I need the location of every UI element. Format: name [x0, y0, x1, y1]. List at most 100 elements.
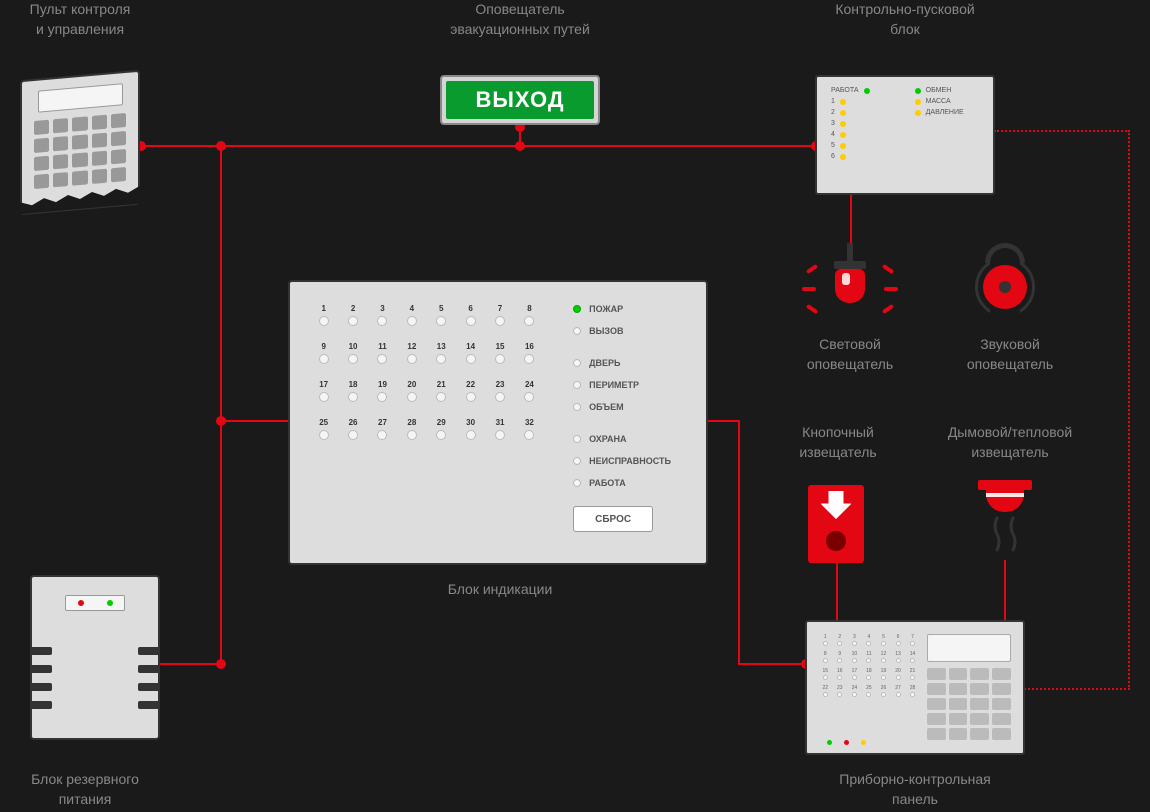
zone-cell: 1: [310, 304, 337, 336]
sound-bell-icon: [965, 243, 1045, 323]
label-exit-sign: Оповещательэвакуационных путей: [400, 0, 640, 39]
wire-dashed: [1128, 130, 1130, 690]
label-bell: Звуковойоповещатель: [945, 335, 1075, 374]
panel-zone-cell: 16: [834, 668, 847, 683]
panel-zone-cell: 2: [834, 634, 847, 649]
light-beacon-icon: [810, 243, 890, 323]
control-launch-block: РАБОТАОБМЕН1МАССА2ДАВЛЕНИЕ3456: [815, 75, 995, 195]
exit-sign-text: ВЫХОД: [446, 81, 594, 119]
zone-cell: 23: [486, 380, 513, 412]
label-callpoint: Кнопочныйизвещатель: [778, 423, 898, 462]
zone-cell: 6: [457, 304, 484, 336]
panel-zone-cell: 9: [834, 651, 847, 666]
wire: [850, 195, 852, 250]
zone-cell: 16: [516, 342, 543, 374]
status-row: ПЕРИМЕТР: [573, 380, 686, 390]
panel-zone-cell: 10: [848, 651, 861, 666]
zone-cell: 30: [457, 418, 484, 450]
panel-zone-cell: 8: [819, 651, 832, 666]
wire: [738, 420, 740, 665]
panel-zone-cell: 24: [848, 685, 861, 700]
label-ind-block: Блок индикации: [410, 580, 590, 600]
status-row: ОХРАНА: [573, 434, 686, 444]
panel-zone-cell: 3: [848, 634, 861, 649]
zone-cell: 21: [428, 380, 455, 412]
wire-node: [216, 416, 226, 426]
smoke-detector-icon: [970, 480, 1040, 560]
label-beacon: Световойоповещатель: [790, 335, 910, 374]
reset-button[interactable]: СБРОС: [573, 506, 653, 532]
label-psu: Блок резервногопитания: [0, 770, 170, 809]
zone-cell: 2: [339, 304, 366, 336]
ctrl-row-label: 5: [831, 142, 835, 149]
label-ctrl-block: Контрольно-пусковойблок: [790, 0, 1020, 39]
zone-cell: 12: [398, 342, 425, 374]
status-row: ОБЪЕМ: [573, 402, 686, 412]
label-smoke: Дымовой/тепловойизвещатель: [930, 423, 1090, 462]
indication-block: 1234567891011121314151617181920212223242…: [288, 280, 708, 565]
zone-cell: 7: [486, 304, 513, 336]
status-row: ВЫЗОВ: [573, 326, 686, 336]
panel-zone-cell: 5: [877, 634, 890, 649]
zone-cell: 8: [516, 304, 543, 336]
zone-cell: 25: [310, 418, 337, 450]
panel-zone-cell: 27: [892, 685, 905, 700]
zone-cell: 32: [516, 418, 543, 450]
panel-zone-cell: 12: [877, 651, 890, 666]
control-panel: 1234567891011121314151617181920212223242…: [805, 620, 1025, 755]
status-row: РАБОТА: [573, 478, 686, 488]
ctrl-row-label: ОБМЕН: [926, 87, 952, 94]
zone-cell: 27: [369, 418, 396, 450]
status-row: ПОЖАР: [573, 304, 686, 314]
ctrl-row-label: 3: [831, 120, 835, 127]
wire: [220, 145, 222, 665]
zone-cell: 4: [398, 304, 425, 336]
wire-node: [216, 141, 226, 151]
panel-zone-cell: 20: [892, 668, 905, 683]
zone-cell: 28: [398, 418, 425, 450]
panel-zone-cell: 21: [906, 668, 919, 683]
zone-cell: 9: [310, 342, 337, 374]
panel-zone-cell: 13: [892, 651, 905, 666]
wire: [738, 663, 808, 665]
zone-cell: 19: [369, 380, 396, 412]
zone-cell: 31: [486, 418, 513, 450]
wire-dashed: [994, 130, 1130, 132]
zone-cell: 3: [369, 304, 396, 336]
ctrl-row-label: МАССА: [926, 98, 951, 105]
zone-cell: 5: [428, 304, 455, 336]
zone-cell: 17: [310, 380, 337, 412]
ctrl-row-label: 4: [831, 131, 835, 138]
zone-cell: 22: [457, 380, 484, 412]
wire-dashed: [1024, 688, 1130, 690]
zone-cell: 18: [339, 380, 366, 412]
panel-zone-cell: 11: [863, 651, 876, 666]
wire: [1004, 560, 1006, 623]
zone-cell: 29: [428, 418, 455, 450]
ctrl-row-label: 6: [831, 153, 835, 160]
ctrl-row-label: ДАВЛЕНИЕ: [926, 109, 964, 116]
panel-zone-cell: 19: [877, 668, 890, 683]
status-row: ДВЕРЬ: [573, 358, 686, 368]
manual-call-point-icon: [808, 485, 864, 563]
panel-zone-cell: 15: [819, 668, 832, 683]
zone-cell: 11: [369, 342, 396, 374]
ctrl-row-label: 2: [831, 109, 835, 116]
wire: [160, 663, 222, 665]
wire: [706, 420, 740, 422]
control-keypad: [20, 70, 140, 215]
wire: [220, 420, 290, 422]
zone-cell: 20: [398, 380, 425, 412]
zone-cell: 24: [516, 380, 543, 412]
ctrl-row-label: 1: [831, 98, 835, 105]
wire-node: [515, 141, 525, 151]
panel-zone-cell: 28: [906, 685, 919, 700]
wire: [140, 145, 820, 147]
panel-zone-cell: 6: [892, 634, 905, 649]
backup-power-unit: [30, 575, 160, 740]
zone-cell: 26: [339, 418, 366, 450]
panel-zone-cell: 23: [834, 685, 847, 700]
zone-cell: 15: [486, 342, 513, 374]
zone-cell: 14: [457, 342, 484, 374]
panel-zone-cell: 26: [877, 685, 890, 700]
